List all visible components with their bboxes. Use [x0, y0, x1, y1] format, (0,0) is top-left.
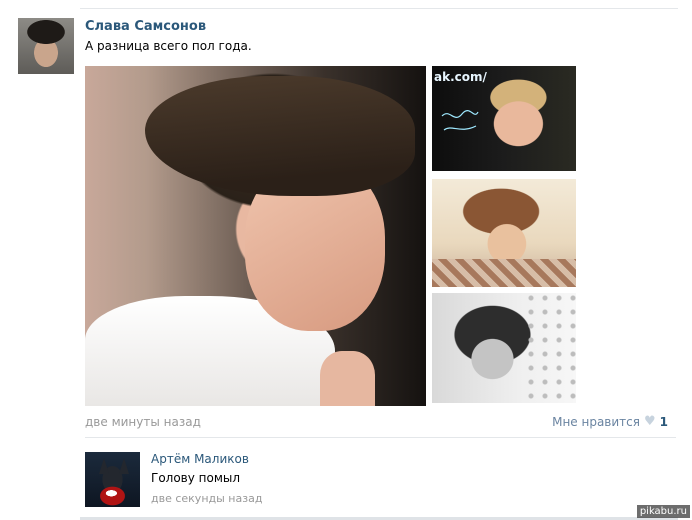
thumbnail-photo-1[interactable]: ak.com/	[432, 66, 576, 171]
photo-hair-shape	[145, 76, 415, 196]
author-avatar[interactable]	[18, 18, 74, 74]
avatar-ear-shape	[99, 458, 109, 474]
thumbnail-photo-3[interactable]	[432, 293, 576, 403]
photo-arm-shape	[320, 351, 375, 406]
author-name-link[interactable]: Слава Самсонов	[85, 19, 206, 34]
top-divider	[80, 8, 678, 9]
commenter-name-link[interactable]: Артём Маликов	[151, 452, 249, 466]
comment-text: Голову помыл	[151, 471, 241, 485]
commenter-avatar[interactable]	[85, 452, 140, 507]
thumbnail-watermark: ak.com/	[434, 70, 487, 84]
post-timestamp[interactable]: две минуты назад	[85, 415, 201, 429]
comment-divider	[85, 437, 676, 438]
photo-wallpaper-shape	[526, 293, 576, 403]
signature-scribble	[440, 106, 480, 136]
post-text: А разница всего пол года.	[85, 39, 252, 53]
avatar-ear-shape	[119, 458, 129, 474]
thumbnail-photo-2[interactable]	[432, 179, 576, 287]
photo-plaid-shape	[432, 259, 576, 287]
comment-timestamp[interactable]: две секунды назад	[151, 492, 262, 505]
like-label: Мне нравится	[552, 414, 640, 429]
like-button[interactable]: Мне нравится ♥ 1	[552, 414, 668, 429]
site-watermark: pikabu.ru	[636, 505, 690, 518]
like-count: 1	[659, 414, 668, 429]
heart-icon: ♥	[643, 414, 656, 429]
main-photo[interactable]	[85, 66, 426, 406]
